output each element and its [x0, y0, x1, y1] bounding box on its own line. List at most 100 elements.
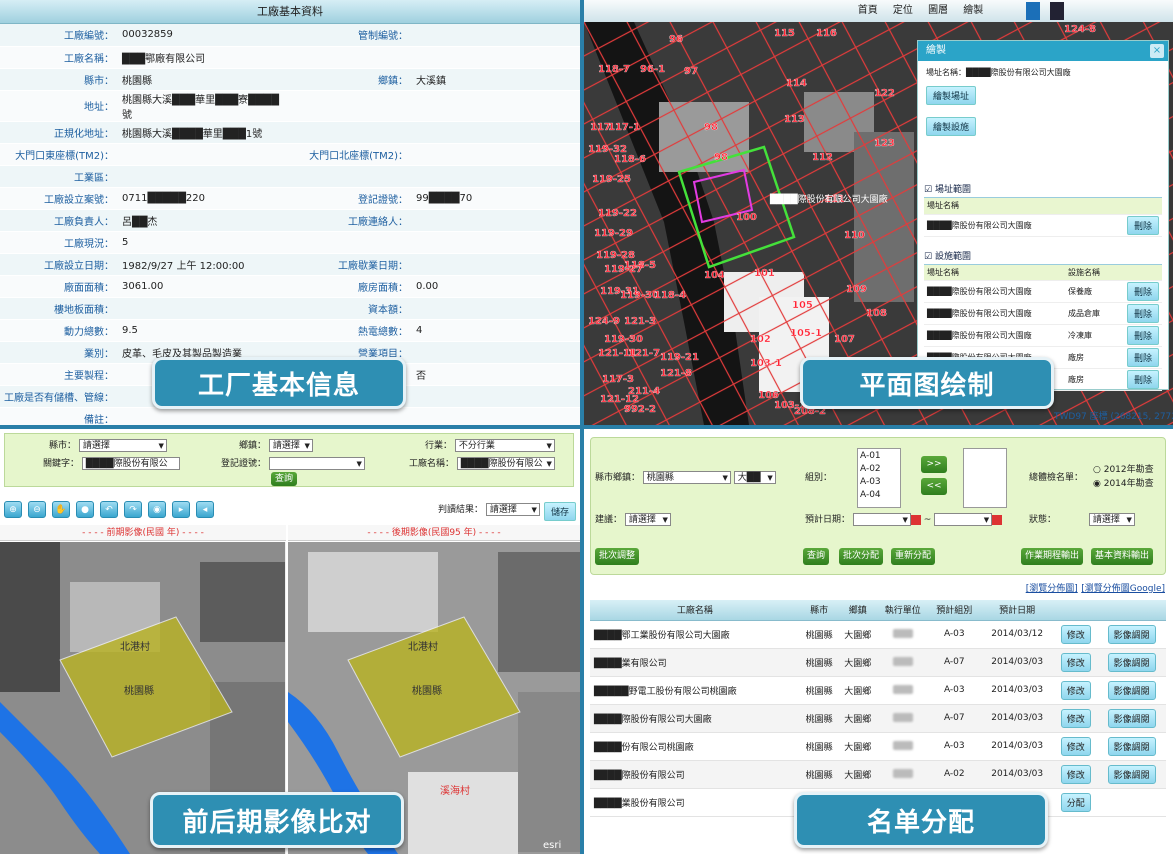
move-right-button[interactable]: >> [921, 456, 947, 473]
list-label: 總體檢名單： [1029, 473, 1084, 483]
zoom-in-icon[interactable]: ⊕ [4, 501, 22, 518]
caption-image-compare: 前后期影像比对 [150, 792, 404, 848]
radio-2012[interactable]: ○ 2012年勘查 [1093, 462, 1154, 475]
assign-query-button[interactable]: 查詢 [803, 548, 830, 565]
group-cell: A-07 [928, 704, 981, 733]
parcel-label: 121-7 [628, 348, 660, 359]
town-cell: 大園鄉 [838, 676, 878, 705]
group-option[interactable]: A-04 [860, 489, 898, 502]
field-label: 鄉鎮： [284, 68, 412, 91]
field-label: 縣市： [0, 68, 118, 91]
move-left-button[interactable]: << [921, 478, 947, 495]
delete-site-button[interactable]: 刪除 [1126, 215, 1159, 235]
delete-facility-button[interactable]: 刪除 [1126, 304, 1159, 323]
pan-icon[interactable]: ✋ [52, 501, 70, 518]
next-icon[interactable]: ▸ [172, 501, 190, 518]
status-select[interactable]: 請選擇 [1088, 513, 1135, 526]
globe-icon[interactable]: ● [76, 501, 94, 518]
view-google-map-link[interactable]: [瀏覽分佈圖Google] [1081, 584, 1165, 594]
group-option[interactable]: A-03 [860, 476, 898, 489]
view-image-button[interactable]: 影像調閱 [1107, 624, 1156, 644]
field-value [412, 46, 580, 69]
zoom-out-icon[interactable]: ⊖ [28, 501, 46, 518]
group-option[interactable]: A-02 [860, 463, 898, 476]
nav-draw[interactable]: 繪製 [963, 5, 983, 16]
logo-icon [1026, 2, 1040, 20]
industry-select[interactable]: 不分行業 [454, 439, 555, 452]
field-label: 備註： [0, 407, 118, 425]
factory-name-cell: ████際股份有限公司大園廠 [590, 704, 800, 733]
radio-2014-label: 2014年勘查 [1103, 479, 1154, 489]
calendar-icon[interactable] [910, 514, 921, 525]
view-image-button[interactable]: 影像調閱 [1107, 680, 1156, 700]
field-label: 工廠編號： [0, 24, 118, 47]
nav-layers[interactable]: 圖層 [928, 5, 948, 16]
parcel-label: 114 [786, 78, 807, 89]
edit-button[interactable]: 修改 [1060, 708, 1091, 728]
field-value: 0711█████220 [118, 187, 284, 210]
nav-locate[interactable]: 定位 [893, 5, 913, 16]
edit-button[interactable]: 修改 [1060, 764, 1091, 784]
eye-icon[interactable]: ◉ [148, 501, 166, 518]
judge-select[interactable]: 請選擇 [485, 503, 540, 516]
image-compare-panel: 縣市： 請選擇 鄉鎮： 請選擇 行業： 不分行業 關鍵字： ████際股份有限公… [0, 429, 580, 854]
edit-button[interactable]: 修改 [1060, 736, 1091, 756]
assign-button[interactable]: 分配 [1060, 792, 1091, 812]
field-value: 5 [118, 231, 284, 254]
town-label: 鄉鎮： [239, 441, 267, 451]
factory-name-label: 工廠名稱： [409, 459, 455, 469]
date-to-input[interactable] [934, 513, 993, 526]
county-select[interactable]: 請選擇 [78, 439, 167, 452]
selected-group-listbox[interactable] [963, 448, 1007, 508]
edit-button[interactable]: 修改 [1060, 624, 1091, 644]
batch-assign-button[interactable]: 批次分配 [839, 548, 884, 565]
batch-adjust-button[interactable]: 批次調整 [595, 548, 640, 565]
parcel-label: 102 [750, 334, 771, 345]
delete-facility-button[interactable]: 刪除 [1126, 326, 1159, 345]
draw-site-button[interactable]: 繪製場址 [926, 86, 977, 105]
assign-county-select[interactable]: 桃園縣 [642, 471, 731, 484]
draw-facility-button[interactable]: 繪製設施 [926, 117, 977, 136]
calendar-icon[interactable] [992, 514, 1003, 525]
compare-query-button[interactable]: 查詢 [271, 472, 298, 486]
factory-name-cell: ████業有限公司 [590, 648, 800, 677]
delete-facility-button[interactable]: 刪除 [1126, 282, 1159, 301]
keyword-input[interactable]: ████際股份有限公司大 [81, 457, 180, 470]
redo-icon[interactable]: ↷ [124, 501, 142, 518]
field-value [412, 24, 580, 47]
export-schedule-button[interactable]: 作業期程輸出 [1021, 548, 1084, 565]
factory-name-select[interactable]: ████際股份有限公 [456, 457, 555, 470]
edit-button[interactable]: 修改 [1060, 652, 1091, 672]
export-basic-button[interactable]: 基本資料輸出 [1091, 548, 1154, 565]
group-listbox[interactable]: A-01 A-02 A-03 A-04 [857, 448, 901, 508]
town-select[interactable]: 請選擇 [268, 439, 313, 452]
undo-icon[interactable]: ↶ [100, 501, 118, 518]
reassign-button[interactable]: 重新分配 [891, 548, 936, 565]
advice-select[interactable]: 請選擇 [624, 513, 671, 526]
save-button[interactable]: 儲存 [544, 502, 577, 521]
prev-icon[interactable]: ◂ [196, 501, 214, 518]
radio-2014[interactable]: ◉ 2014年勘查 [1093, 476, 1154, 489]
date-from-input[interactable] [852, 513, 911, 526]
map-toolbar: 判讀結果： 請選擇 儲存 ⊕ ⊖ ✋ ● ↶ ↷ ◉ ▸ ◂ [0, 499, 580, 521]
view-image-button[interactable]: 影像調閱 [1107, 652, 1156, 672]
nav-home[interactable]: 首頁 [858, 5, 878, 16]
parcel-label: 97 [684, 66, 698, 77]
field-value [412, 121, 580, 144]
delete-facility-button[interactable]: 刪除 [1126, 348, 1159, 367]
field-value: 否 [412, 363, 580, 386]
field-label [284, 90, 412, 122]
delete-facility-button[interactable]: 刪除 [1126, 370, 1159, 389]
site-range-table: 場址名稱 ████際股份有限公司大園廠 刪除 [924, 198, 1162, 237]
view-image-button[interactable]: 影像調閱 [1107, 764, 1156, 784]
assign-town-select[interactable]: 大██ [733, 471, 776, 484]
edit-button[interactable]: 修改 [1060, 680, 1091, 700]
view-image-button[interactable]: 影像調閱 [1107, 736, 1156, 756]
group-option[interactable]: A-01 [860, 450, 898, 463]
view-image-button[interactable]: 影像調閱 [1107, 708, 1156, 728]
view-map-link[interactable]: [瀏覽分佈圖] [1026, 584, 1078, 594]
reg-no-input[interactable] [268, 457, 365, 470]
field-value [118, 297, 284, 320]
field-label: 主要製程： [0, 363, 118, 386]
close-icon[interactable]: × [1150, 44, 1164, 58]
